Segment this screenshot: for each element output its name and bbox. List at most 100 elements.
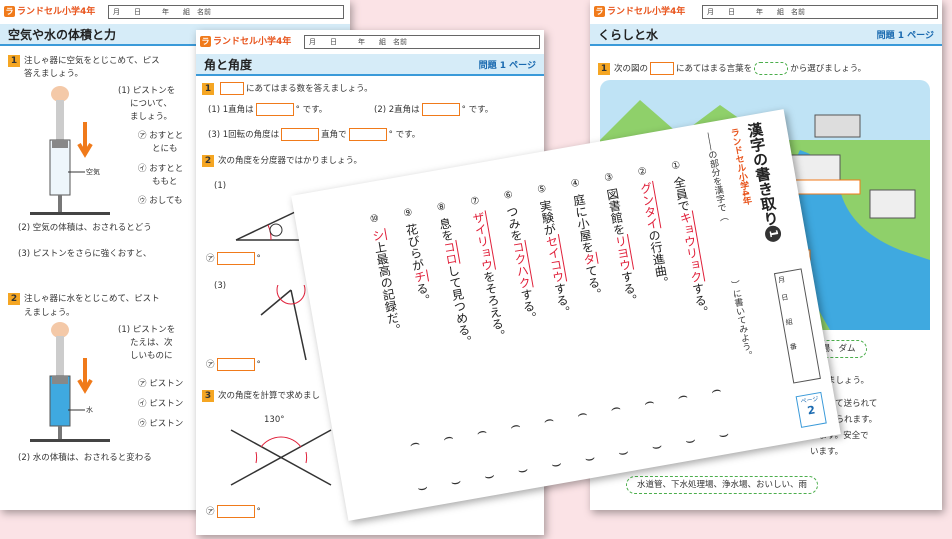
question-1: 1 注しゃ器に空気をとじこめて、ピス <box>8 55 160 67</box>
name-field: 月 日 年 組 名前 <box>304 35 540 49</box>
sentence-part: 上最高の記録だ。 <box>371 240 403 338</box>
target-kana: ザイリョウ <box>470 210 496 273</box>
logo: ラランドセル小学4年 <box>4 6 96 17</box>
sentence-part: 全員で <box>671 175 692 214</box>
sentence-part: 図書館を <box>604 187 627 237</box>
answer-bracket-bottom: ⌣ <box>549 453 564 474</box>
q1-sub2: (2) 空気の体積は、おされるとどう <box>18 223 152 233</box>
kanji-question-1: ① 全員でキョウリョクする。 <box>667 157 712 323</box>
sentence-part: する。 <box>618 269 639 308</box>
answer-bracket-top: ⌢ <box>441 426 455 448</box>
question-number: ⑩ <box>369 213 380 226</box>
q1-option-b-b: ももと <box>152 177 178 187</box>
question-2: 2 次の角度を分度器ではかりましょう。 <box>202 155 362 167</box>
answer-bracket-top: ⌢ <box>675 385 690 406</box>
q1-sub3: (3) ピストンをさらに強くおすと、 <box>18 249 152 259</box>
q2-option-b: ㋑ ピストン <box>138 399 184 409</box>
q2-option-c: ㋒ ピストン <box>138 419 184 429</box>
answer-bracket-top: ⌢ <box>541 408 556 430</box>
question-sentence: ザイリョウをそろえる。 <box>469 210 508 344</box>
page-title: 角と角度 <box>204 58 253 72</box>
q1-sub1c: ましょう。 <box>130 112 172 122</box>
sheet-header: ラランドセル小学4年 月 日 年 組 名前 <box>590 0 942 22</box>
question-sentence: 花びらがチる。 <box>402 222 431 307</box>
day-label: 日 <box>780 293 789 303</box>
q1-option-c: ㋒ おしても <box>138 196 183 206</box>
q1-option-a-b: とにも <box>152 144 178 154</box>
question-2: 2 注しゃ器に水をとじこめて、ピスト <box>8 293 160 305</box>
crossing-lines-diagram <box>230 429 332 486</box>
name-field: 月 日 年 組 名前 <box>702 5 938 19</box>
target-kana: キョウリョク <box>677 210 705 284</box>
kanji-question-9: ⑨ 花びらがチる。 <box>399 205 433 312</box>
question-sentence: グンタイの行進曲。 <box>637 180 671 290</box>
sentence-part: る。 <box>413 281 432 308</box>
syringe-water-illustration <box>30 322 110 442</box>
name-field: 月 日 年 組 名前 <box>108 5 344 19</box>
answer-bracket-top: ⌢ <box>508 414 522 436</box>
answer-bracket-top: ⌢ <box>642 391 656 412</box>
answer-bracket-bottom: ⌣ <box>449 470 463 492</box>
q1-option-b: ㋑ おすとと <box>138 164 184 174</box>
sheet-header: ラランドセル小学4年 月 日 年 組 名前 <box>0 0 350 22</box>
page-label: 問題 1 ページ <box>478 61 536 71</box>
answer-bracket-bottom: ⌣ <box>616 441 631 462</box>
page-badge: ページ 2 <box>795 391 827 428</box>
answer-a: ㋐ ° <box>206 252 261 265</box>
kanji-question-10: ⑩ シ上最高の記録だ。 <box>365 211 403 342</box>
question-sentence: 全員でキョウリョクする。 <box>670 175 710 319</box>
sentence-part: 実験が <box>537 198 558 237</box>
target-kana: セイコウ <box>543 234 567 284</box>
question-sentence: 庭に小屋をタてる。 <box>570 193 604 302</box>
title-bar: くらしと水 問題 1 ページ <box>590 24 942 46</box>
target-kana: グンタイ <box>637 180 661 231</box>
label-air: 空気 <box>86 168 100 176</box>
question-1-line2: 答えましょう。 <box>24 69 83 79</box>
answer-bracket-bottom: ⌣ <box>683 429 698 451</box>
sentence-part: の行進曲。 <box>646 228 671 290</box>
sentence-part: して見つめる。 <box>445 263 474 349</box>
kanji-question-6: ⑥ つみをコクハクする。 <box>499 187 539 330</box>
q1-b: (2) 2直角は ° です。 <box>374 103 494 116</box>
answer-bracket-bottom: ⌣ <box>516 459 530 480</box>
question-number: ③ <box>603 171 615 185</box>
question-sentence: 図書館をリヨウする。 <box>603 187 639 308</box>
answer-bracket-bottom: ⌣ <box>583 447 597 468</box>
sentence-part: 息を <box>436 216 455 243</box>
class-label: 組 <box>785 317 794 327</box>
instruction-b: ）に書いてみよう。 <box>728 279 753 362</box>
page-title: くらしと水 <box>598 28 659 42</box>
sentence-part: 花びらが <box>403 222 426 273</box>
label-water: 水 <box>86 406 93 414</box>
kanji-question-2: ② グンタイの行進曲。 <box>633 163 671 294</box>
question-1: 1 次の図の にあてはまる言葉を から選びましょう。 <box>598 62 866 75</box>
answer-bracket-bottom: ⌣ <box>649 435 664 456</box>
logo: ラランドセル小学4年 <box>594 6 686 17</box>
kanji-question-7: ⑦ ザイリョウをそろえる。 <box>466 193 508 347</box>
q2-sub1: (1) ピストンを <box>118 325 176 335</box>
answer-row: ㋐ ° <box>206 505 261 518</box>
q1-sub1: (1) ピストンを <box>118 86 176 96</box>
sentence-part: する。 <box>690 281 711 320</box>
instruction-a: ――の部分を漢字で（ <box>702 131 729 223</box>
question-number: ④ <box>570 177 581 191</box>
question-number: ⑧ <box>436 201 447 214</box>
answer-bracket-top: ⌢ <box>608 397 623 418</box>
sentence-part: をそろえる。 <box>480 269 508 344</box>
question-3: 3 次の角度を計算で求めまし <box>202 390 320 402</box>
q2-sub2: (2) 水の体積は、おされると変わる <box>18 453 152 463</box>
question-number: ② <box>636 165 648 179</box>
kanji-question-8: ⑧ 息をコロして見つめる。 <box>432 199 474 353</box>
sentence-part: てる。 <box>583 263 604 302</box>
question-1: 1 にあてはまる数を答えましょう。 <box>202 82 373 95</box>
question-number: ⑨ <box>402 207 414 220</box>
sentence-part: する。 <box>518 287 539 326</box>
kanji-question-3: ③ 図書館をリヨウする。 <box>600 169 640 312</box>
page-title: 空気や水の体積と力 <box>8 28 117 42</box>
answer-bracket-bottom: ⌣ <box>716 423 731 445</box>
answer-bracket-bottom: ⌣ <box>482 464 497 486</box>
q2-option-a: ㋐ ピストン <box>138 379 184 389</box>
question-number: ⑥ <box>503 189 514 202</box>
answer-bracket-top: ⌢ <box>474 420 489 442</box>
text-line-d: います。 <box>810 447 844 457</box>
